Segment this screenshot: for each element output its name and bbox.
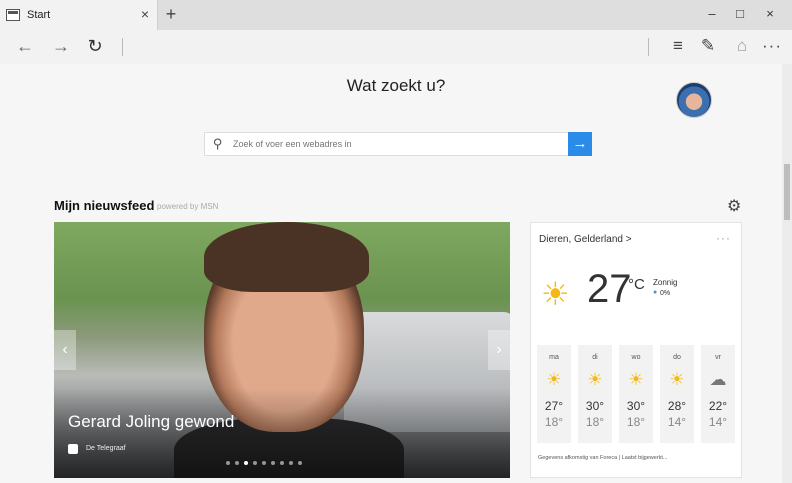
hub-icon[interactable]: ≡ bbox=[668, 36, 688, 58]
tab-start[interactable]: Start × bbox=[0, 0, 158, 30]
search-icon: ⚲ bbox=[213, 136, 223, 151]
weather-more-icon[interactable]: ··· bbox=[716, 231, 731, 245]
weather-card[interactable]: Dieren, Gelderland > ··· ☀ 27 °C Zonnig … bbox=[530, 222, 742, 478]
carousel-dot[interactable] bbox=[271, 461, 275, 465]
forecast-day: ma ☀ 27° 18° bbox=[537, 345, 571, 443]
forecast-day-name: vr bbox=[715, 354, 721, 361]
forecast-day-name: do bbox=[673, 354, 681, 361]
nav-separator bbox=[122, 38, 123, 56]
refresh-button[interactable]: ↻ bbox=[84, 36, 106, 57]
page-headline: Wat zoekt u? bbox=[346, 76, 446, 95]
cloud-icon: ☁ bbox=[709, 370, 727, 389]
weather-precipitation: 0% bbox=[660, 290, 671, 297]
forecast-high: 30° bbox=[585, 399, 605, 413]
source-logo-icon bbox=[68, 444, 78, 454]
forecast-high: 28° bbox=[667, 399, 687, 413]
forecast-high: 30° bbox=[626, 399, 646, 413]
carousel-next-button[interactable]: › bbox=[488, 330, 510, 370]
forecast-day: wo ☀ 30° 18° bbox=[619, 345, 653, 443]
minimize-button[interactable]: – bbox=[704, 6, 720, 21]
tab-close-icon[interactable]: × bbox=[138, 6, 152, 22]
navigation-bar: ← → ↻ ≡ ✎ ⌂ ··· bbox=[0, 30, 792, 64]
search-box[interactable]: ⚲ → bbox=[204, 132, 592, 156]
web-note-icon[interactable]: ✎ bbox=[698, 36, 718, 58]
weather-unit: °C bbox=[628, 276, 645, 293]
share-icon[interactable]: ⌂ bbox=[732, 36, 752, 58]
forecast-low: 14° bbox=[708, 415, 728, 429]
weather-condition: Zonnig bbox=[653, 278, 678, 287]
toolbar-separator bbox=[648, 38, 649, 56]
search-input[interactable] bbox=[233, 133, 563, 155]
raindrop-icon: ● bbox=[653, 289, 658, 296]
forward-button[interactable]: → bbox=[50, 36, 72, 57]
user-avatar[interactable] bbox=[676, 82, 712, 118]
carousel-dot[interactable] bbox=[289, 461, 293, 465]
forecast-day-name: di bbox=[592, 354, 598, 361]
sun-icon: ☀ bbox=[669, 370, 685, 389]
carousel-dot[interactable] bbox=[298, 461, 302, 465]
forecast-low: 18° bbox=[626, 415, 646, 429]
newsfeed-powered-by: powered by MSN bbox=[157, 202, 219, 211]
vertical-scrollbar[interactable] bbox=[782, 64, 792, 483]
forecast-low: 18° bbox=[585, 415, 605, 429]
scrollbar-thumb[interactable] bbox=[784, 164, 790, 220]
sun-icon: ☀ bbox=[546, 370, 562, 389]
forecast-low: 18° bbox=[544, 415, 564, 429]
sun-icon: ☀ bbox=[541, 276, 570, 312]
carousel-dot[interactable] bbox=[280, 461, 284, 465]
title-bar: Start × + – □ × bbox=[0, 0, 792, 30]
hero-news-card[interactable]: Gerard Joling gewond De Telegraaf ‹ › bbox=[54, 222, 510, 478]
weather-forecast: ma ☀ 27° 18° di ☀ 30° 18° wo ☀ 30° 18° d… bbox=[537, 345, 737, 443]
weather-footer[interactable]: Gegevens afkomstig van Foreca | Laatst b… bbox=[538, 455, 738, 461]
hero-source: De Telegraaf bbox=[86, 445, 126, 452]
maximize-button[interactable]: □ bbox=[732, 6, 748, 21]
carousel-dot[interactable] bbox=[235, 461, 239, 465]
carousel-dot[interactable] bbox=[226, 461, 230, 465]
forecast-day-name: wo bbox=[631, 354, 641, 361]
hero-headline[interactable]: Gerard Joling gewond bbox=[68, 412, 234, 432]
forecast-day: do ☀ 28° 14° bbox=[660, 345, 694, 443]
newsfeed-title: Mijn nieuwsfeed bbox=[54, 198, 155, 213]
search-go-button[interactable]: → bbox=[568, 132, 592, 156]
sun-icon: ☀ bbox=[587, 370, 603, 389]
carousel-prev-button[interactable]: ‹ bbox=[54, 330, 76, 370]
back-button[interactable]: ← bbox=[14, 36, 36, 57]
forecast-day: vr ☁ 22° 14° bbox=[701, 345, 735, 443]
weather-location[interactable]: Dieren, Gelderland > bbox=[539, 234, 632, 245]
forecast-high: 22° bbox=[708, 399, 728, 413]
forecast-day: di ☀ 30° 18° bbox=[578, 345, 612, 443]
forecast-low: 14° bbox=[667, 415, 687, 429]
new-tab-button[interactable]: + bbox=[163, 4, 179, 25]
carousel-dot[interactable] bbox=[244, 461, 248, 465]
sun-icon: ☀ bbox=[628, 370, 644, 389]
tab-title: Start bbox=[27, 9, 51, 21]
hero-image-hair bbox=[204, 222, 369, 292]
tab-favicon-icon bbox=[6, 9, 20, 21]
close-window-button[interactable]: × bbox=[762, 6, 778, 21]
more-actions-icon[interactable]: ··· bbox=[762, 36, 782, 58]
carousel-dot[interactable] bbox=[253, 461, 257, 465]
carousel-dot[interactable] bbox=[262, 461, 266, 465]
gear-icon[interactable]: ⚙ bbox=[727, 196, 741, 216]
forecast-day-name: ma bbox=[549, 354, 559, 361]
forecast-high: 27° bbox=[544, 399, 564, 413]
weather-temperature: 27 bbox=[587, 267, 632, 311]
